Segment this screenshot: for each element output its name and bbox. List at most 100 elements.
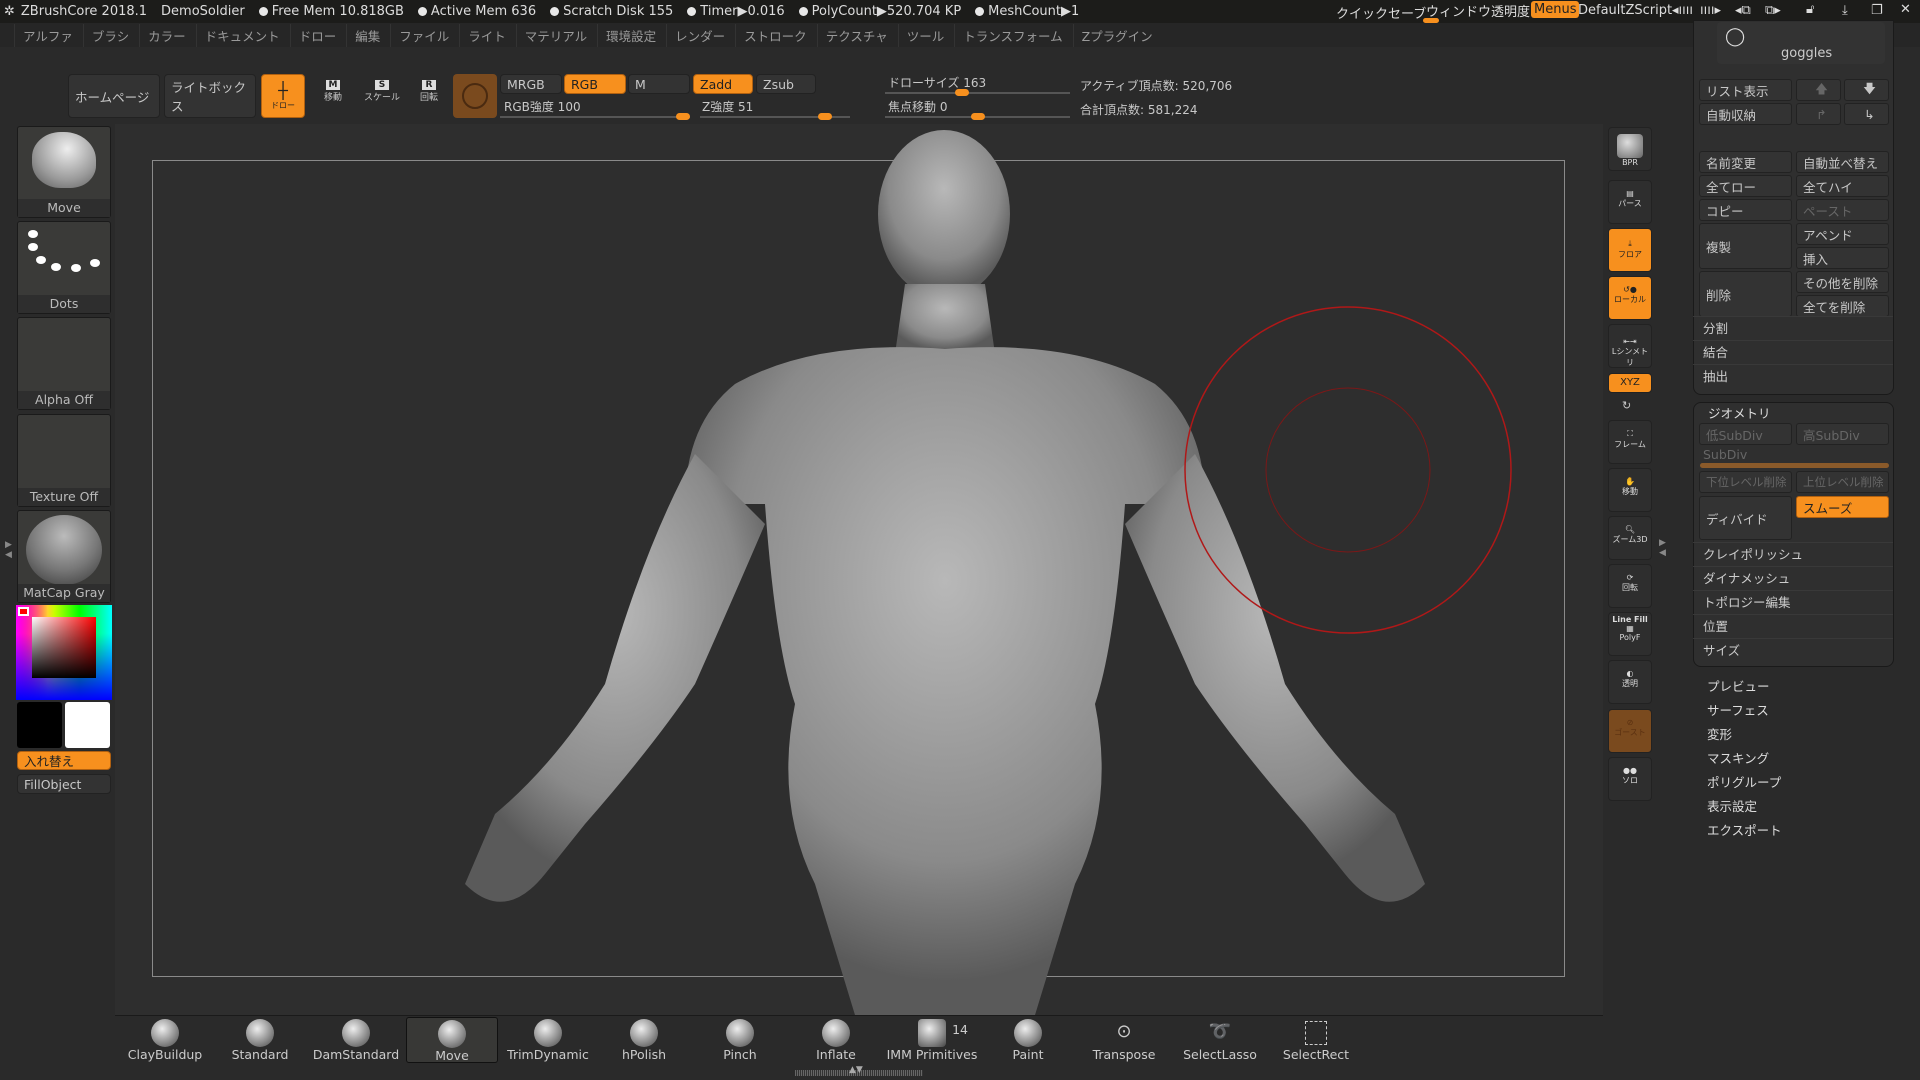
brush-transpose[interactable]: ⊙ Transpose: [1078, 1017, 1170, 1063]
delete-higher-button[interactable]: 上位レベル削除: [1796, 471, 1889, 493]
move-view-button[interactable]: ✋ 移動: [1608, 468, 1652, 512]
floor-button[interactable]: ⤓ フロア: [1608, 228, 1652, 272]
perspective-button[interactable]: ▤ パース: [1608, 180, 1652, 224]
extract-subpalette[interactable]: 抽出: [1693, 364, 1893, 388]
color-picker[interactable]: [16, 605, 112, 700]
zsub-button[interactable]: Zsub: [756, 74, 816, 94]
focal-shift-knob[interactable]: [971, 113, 985, 120]
position-subpalette[interactable]: 位置: [1693, 614, 1893, 638]
move-up-icon[interactable]: 🡅: [1796, 79, 1841, 101]
merge-subpalette[interactable]: 結合: [1693, 340, 1893, 364]
rgb-intensity-slider[interactable]: [500, 113, 690, 120]
deformation-subpalette[interactable]: 変形: [1707, 724, 1732, 743]
preview-subpalette[interactable]: プレビュー: [1707, 676, 1770, 695]
arrow-right-up-icon[interactable]: ↱: [1796, 103, 1841, 125]
secondary-color-swatch[interactable]: [65, 702, 110, 748]
delete-other-button[interactable]: その他を削除: [1796, 271, 1889, 293]
dynamesh-subpalette[interactable]: ダイナメッシュ: [1693, 566, 1893, 590]
stroke-thumbnail[interactable]: Dots: [17, 221, 111, 314]
xyz-rotate-button[interactable]: XYZ: [1608, 373, 1652, 393]
bpr-button[interactable]: BPR: [1608, 127, 1652, 171]
right-tray-toggle-icon[interactable]: ▶ ◀: [1659, 538, 1666, 558]
menu-color[interactable]: カラー: [139, 23, 194, 47]
y-rotate-icon[interactable]: ↻: [1622, 399, 1631, 412]
menu-preferences[interactable]: 環境設定: [597, 23, 664, 47]
list-all-button[interactable]: リスト表示: [1699, 79, 1792, 101]
fill-object-button[interactable]: FillObject: [17, 774, 111, 794]
brush-trimdynamic[interactable]: TrimDynamic: [502, 1017, 594, 1063]
higher-subdiv-button[interactable]: 高SubDiv: [1796, 423, 1889, 445]
draw-size-knob[interactable]: [955, 89, 969, 96]
brush-paint[interactable]: Paint: [982, 1017, 1074, 1063]
brush-selectrect[interactable]: SelectRect: [1270, 1017, 1362, 1063]
material-thumbnail[interactable]: MatCap Gray: [17, 510, 111, 603]
size-subpalette[interactable]: サイズ: [1693, 638, 1893, 662]
rename-button[interactable]: 名前変更: [1699, 151, 1792, 173]
topology-edit-subpalette[interactable]: トポロジー編集: [1693, 590, 1893, 614]
menu-material[interactable]: マテリアル: [515, 23, 595, 47]
zadd-button[interactable]: Zadd: [693, 74, 753, 94]
menu-edit[interactable]: 編集: [346, 23, 388, 47]
brush-imm-primitives[interactable]: 14 IMM Primitives: [886, 1017, 978, 1063]
frame-button[interactable]: ⛶ フレーム: [1608, 420, 1652, 464]
scale-mode-button[interactable]: S スケール: [362, 80, 402, 103]
subtool-item[interactable]: ◯ goggles: [1717, 22, 1885, 64]
draw-size-slider[interactable]: [885, 89, 1070, 96]
export-subpalette[interactable]: エクスポート: [1707, 820, 1782, 839]
brush-pinch[interactable]: Pinch: [694, 1017, 786, 1063]
display-properties-subpalette[interactable]: 表示設定: [1707, 796, 1757, 815]
transparency-button[interactable]: ◐ 透明: [1608, 660, 1652, 704]
color-saturation-square[interactable]: [32, 617, 96, 678]
menu-file[interactable]: ファイル: [390, 23, 457, 47]
brush-thumbnail[interactable]: Move: [17, 126, 111, 218]
insert-button[interactable]: 挿入: [1796, 247, 1889, 269]
split-subpalette[interactable]: 分割: [1693, 316, 1893, 340]
duplicate-button[interactable]: 複製: [1699, 223, 1792, 269]
claypolish-subpalette[interactable]: クレイポリッシュ: [1693, 542, 1893, 566]
left-tray-toggle-icon[interactable]: ▶ ◀: [5, 540, 12, 560]
append-button[interactable]: アペンド: [1796, 223, 1889, 245]
m-button[interactable]: M: [628, 74, 690, 94]
next-layout-icon[interactable]: ⧉▸: [1765, 3, 1781, 18]
shrink-icon[interactable]: ◂ıııı: [1672, 3, 1693, 18]
geometry-title[interactable]: ジオメトリ: [1708, 403, 1771, 422]
mrgb-button[interactable]: MRGB: [500, 74, 562, 94]
home-button[interactable]: ホームページ: [68, 74, 160, 118]
brush-inflate[interactable]: Inflate: [790, 1017, 882, 1063]
delete-button[interactable]: 削除: [1699, 271, 1792, 317]
z-intensity-knob[interactable]: [818, 113, 832, 120]
unlock-icon[interactable]: 🔓︎: [1806, 2, 1814, 17]
surface-subpalette[interactable]: サーフェス: [1707, 700, 1769, 719]
focal-shift-slider[interactable]: [885, 113, 1070, 120]
solo-button[interactable]: ●● ソロ: [1608, 757, 1652, 801]
move-mode-button[interactable]: M 移動: [316, 80, 350, 103]
all-low-button[interactable]: 全てロー: [1699, 175, 1792, 197]
primary-color-swatch[interactable]: [17, 702, 62, 748]
brush-claybuildup[interactable]: ClayBuildup: [119, 1017, 211, 1063]
menu-transform[interactable]: トランスフォーム: [954, 23, 1070, 47]
lower-subdiv-button[interactable]: 低SubDiv: [1699, 423, 1792, 445]
brush-damstandard[interactable]: DamStandard: [310, 1017, 402, 1063]
masking-subpalette[interactable]: マスキング: [1707, 748, 1769, 767]
brush-selectlasso[interactable]: ➰ SelectLasso: [1174, 1017, 1266, 1063]
polyframe-button[interactable]: Line Fill ▦ PolyF: [1608, 612, 1652, 656]
delete-all-button[interactable]: 全てを削除: [1796, 295, 1889, 317]
rgb-intensity-knob[interactable]: [676, 113, 690, 120]
move-down-icon[interactable]: 🡇: [1844, 79, 1889, 101]
quicksave-button[interactable]: クイックセーブ: [1336, 3, 1426, 22]
texture-thumbnail[interactable]: Texture Off: [17, 414, 111, 507]
menu-stroke[interactable]: ストローク: [735, 23, 815, 47]
menu-light[interactable]: ライト: [459, 23, 514, 47]
brush-standard[interactable]: Standard: [214, 1017, 306, 1063]
menus-button[interactable]: Menus: [1531, 1, 1580, 18]
copy-button[interactable]: コピー: [1699, 199, 1792, 221]
swap-colors-button[interactable]: 入れ替え: [17, 751, 111, 770]
menu-document[interactable]: ドキュメント: [195, 23, 288, 47]
menu-tool[interactable]: ツール: [897, 23, 953, 47]
menu-texture[interactable]: テクスチャ: [816, 23, 896, 47]
main-color-swatch[interactable]: [18, 607, 29, 616]
z-intensity-slider[interactable]: [700, 113, 850, 120]
arrow-down-right-icon[interactable]: ↳: [1844, 103, 1889, 125]
minimize-icon[interactable]: ⤓: [1842, 3, 1848, 18]
brush-hpolish[interactable]: hPolish: [598, 1017, 690, 1063]
